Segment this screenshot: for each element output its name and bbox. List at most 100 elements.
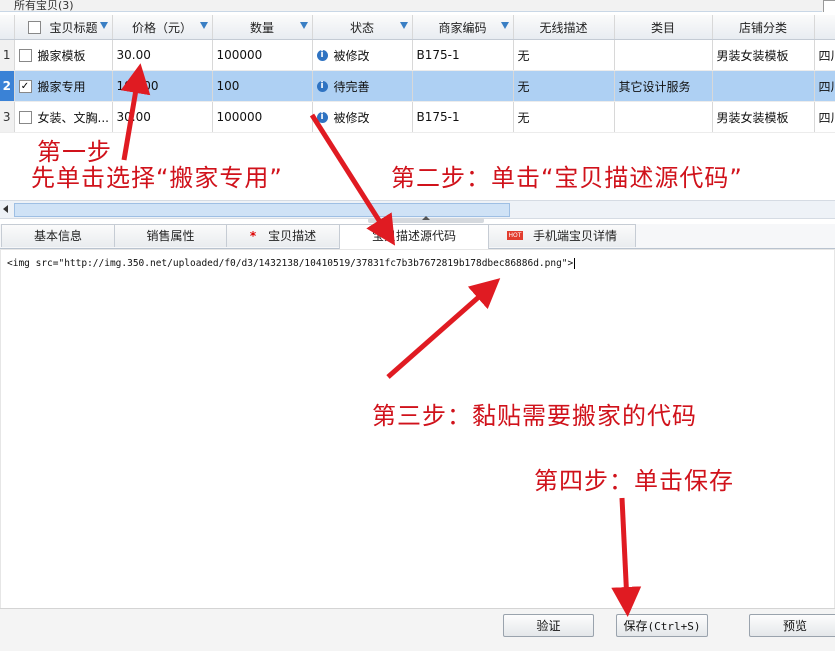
row-checkbox[interactable] — [18, 110, 32, 124]
cell-status-text: 被修改 — [333, 48, 370, 63]
collapse-arrow-icon[interactable] — [422, 216, 430, 220]
detail-tab-bar: 基本信息 销售属性 * 宝贝描述 宝贝描述源代码 HOT 手机端宝贝详情 — [0, 224, 835, 249]
source-code-content: <img src="http://img.350.net/uploaded/f0… — [7, 258, 574, 269]
cell-quantity[interactable]: 100000 — [212, 39, 313, 71]
tab-description-source-code[interactable]: 宝贝描述源代码 — [339, 224, 489, 249]
cell-title[interactable]: 女装、文胸... — [14, 101, 113, 133]
header-status[interactable]: 状态 — [312, 15, 413, 40]
top-tab-strip: 所有宝贝(3) — [0, 0, 835, 12]
filter-icon[interactable] — [99, 22, 108, 29]
source-code-text[interactable]: <img src="http://img.350.net/uploaded/f0… — [7, 258, 576, 269]
cell-shop-category[interactable]: 男装女装模板 — [712, 39, 815, 71]
cell-extra[interactable]: 四川 — [814, 39, 835, 71]
cell-status[interactable]: i 待完善 — [312, 70, 413, 102]
top-tab-edge — [0, 0, 822, 12]
cell-price[interactable]: 30.00 — [112, 39, 213, 71]
cell-shop-category[interactable] — [712, 70, 815, 102]
table-row-selected[interactable]: 2 ✓ 搬家专用 100.00 100 i 待完善 无 其它设计服务 四川 — [0, 70, 835, 102]
cell-title-text: 女装、文胸... — [37, 110, 109, 125]
cell-merchant-code[interactable]: B175-1 — [412, 101, 514, 133]
tab-basic-info-label: 基本信息 — [33, 229, 82, 243]
panel-splitter-handle[interactable] — [368, 216, 484, 223]
annotation-step2-text: 第二步：单击“宝贝描述源代码” — [391, 164, 743, 192]
header-wireless-desc[interactable]: 无线描述 — [513, 15, 615, 40]
tab-basic-info[interactable]: 基本信息 — [1, 224, 115, 247]
filter-icon[interactable] — [299, 22, 308, 29]
cell-merchant-code[interactable]: B175-1 — [412, 39, 514, 71]
cell-status-text: 待完善 — [333, 79, 370, 94]
cell-category[interactable] — [614, 101, 713, 133]
header-shop-category-label: 店铺分类 — [738, 20, 787, 35]
select-all-checkbox[interactable] — [28, 20, 42, 34]
cell-wireless-desc[interactable]: 无 — [513, 101, 615, 133]
row-number: 1 — [0, 39, 15, 71]
header-price[interactable]: 价格（元） — [112, 15, 213, 40]
header-price-label: 价格（元） — [131, 20, 192, 35]
cell-category[interactable]: 其它设计服务 — [614, 70, 713, 102]
tab-item-description[interactable]: * 宝贝描述 — [226, 224, 340, 247]
cell-status[interactable]: i 被修改 — [312, 101, 413, 133]
annotation-step1-text: 先单击选择“搬家专用” — [31, 164, 283, 192]
save-button[interactable]: 保存(Ctrl+S) — [616, 614, 708, 637]
header-merchant-code[interactable]: 商家编码 — [412, 15, 514, 40]
header-quantity[interactable]: 数量 — [212, 15, 313, 40]
cell-wireless-desc[interactable]: 无 — [513, 70, 615, 102]
cell-price[interactable]: 30.00 — [112, 101, 213, 133]
scrollbar-thumb[interactable] — [14, 203, 510, 217]
cell-shop-category[interactable]: 男装女装模板 — [712, 101, 815, 133]
cell-title[interactable]: 搬家模板 — [14, 39, 113, 71]
cell-category[interactable] — [614, 39, 713, 71]
cell-quantity[interactable]: 100000 — [212, 101, 313, 133]
cell-title[interactable]: ✓ 搬家专用 — [14, 70, 113, 102]
grid-horizontal-scrollbar[interactable] — [0, 200, 835, 219]
table-row[interactable]: 1 搬家模板 30.00 100000 i 被修改 B175-1 无 男装女装模板… — [0, 39, 835, 71]
cell-wireless-desc[interactable]: 无 — [513, 39, 615, 71]
filter-icon[interactable] — [500, 22, 509, 29]
info-icon: i — [316, 49, 328, 61]
filter-icon[interactable] — [199, 22, 208, 29]
cell-status[interactable]: i 被修改 — [312, 39, 413, 71]
header-wireless-desc-label: 无线描述 — [539, 20, 588, 35]
tab-mobile-details-label: 手机端宝贝详情 — [532, 229, 617, 243]
header-title[interactable]: 宝贝标题 — [14, 15, 113, 40]
header-title-label: 宝贝标题 — [49, 20, 98, 35]
save-shortcut-label: (Ctrl+S) — [647, 620, 701, 633]
cell-merchant-code[interactable] — [412, 70, 514, 102]
header-extra[interactable] — [814, 15, 835, 40]
top-tab-all-items[interactable]: 所有宝贝(3) — [14, 0, 74, 12]
cell-quantity[interactable]: 100 — [212, 70, 313, 102]
tab-mobile-details[interactable]: HOT 手机端宝贝详情 — [488, 224, 636, 247]
info-icon: i — [316, 80, 328, 92]
tab-description-source-code-label: 宝贝描述源代码 — [371, 229, 456, 243]
save-button-label: 保存 — [623, 619, 648, 633]
items-grid: 宝贝标题 价格（元） 数量 状态 商家编码 无线描述 类目 店铺分类 1 搬家模… — [0, 15, 835, 133]
info-icon: i — [316, 111, 328, 123]
row-checkbox[interactable] — [18, 48, 32, 62]
header-shop-category[interactable]: 店铺分类 — [712, 15, 815, 40]
preview-button[interactable]: 预览 — [749, 614, 835, 637]
filter-icon[interactable] — [399, 22, 408, 29]
cell-price[interactable]: 100.00 — [112, 70, 213, 102]
row-checkbox-checked[interactable]: ✓ — [18, 79, 32, 93]
verify-button[interactable]: 验证 — [503, 614, 594, 637]
tab-sales-attributes[interactable]: 销售属性 — [114, 224, 227, 247]
cell-extra[interactable]: 四川 — [814, 101, 835, 133]
grid-header-row: 宝贝标题 价格（元） 数量 状态 商家编码 无线描述 类目 店铺分类 — [0, 15, 835, 40]
scroll-left-arrow-icon[interactable] — [3, 205, 8, 213]
hot-badge-icon: HOT — [506, 231, 523, 240]
window-corner-button[interactable] — [823, 0, 835, 12]
annotation-step3-text: 第三步：黏贴需要搬家的代码 — [372, 402, 697, 430]
header-quantity-label: 数量 — [249, 20, 274, 35]
table-row[interactable]: 3 女装、文胸... 30.00 100000 i 被修改 B175-1 无 男装… — [0, 101, 835, 133]
header-status-label: 状态 — [349, 20, 374, 35]
header-category[interactable]: 类目 — [614, 15, 713, 40]
cell-extra[interactable]: 四川 — [814, 70, 835, 102]
text-caret — [574, 258, 576, 269]
header-merchant-code-label: 商家编码 — [438, 20, 487, 35]
tab-item-description-label: 宝贝描述 — [268, 229, 317, 243]
required-mark: * — [249, 229, 257, 243]
header-category-label: 类目 — [650, 20, 675, 35]
row-number: 3 — [0, 101, 15, 133]
header-row-number — [0, 15, 15, 40]
action-bar: 验证 保存(Ctrl+S) 预览 — [0, 608, 835, 651]
